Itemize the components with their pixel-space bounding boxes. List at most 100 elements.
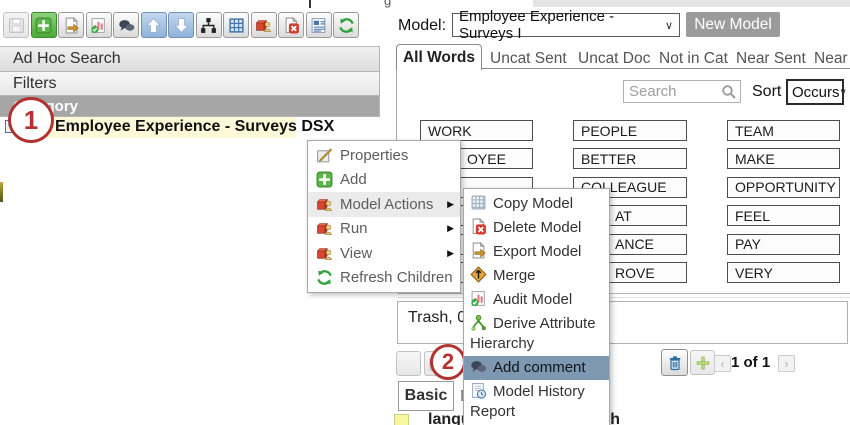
word-item[interactable]: WORK (420, 120, 533, 141)
submenu-item-label: Delete Model (493, 219, 581, 236)
submenu-item-label: Derive Attribute Hierarchy (470, 315, 596, 352)
word-item[interactable]: TEAM (727, 120, 840, 141)
tab-near-doc[interactable]: Near Doc (814, 50, 850, 68)
move-down-button[interactable] (168, 12, 194, 38)
search-input[interactable] (624, 81, 716, 102)
word-item[interactable]: BETTER (573, 148, 687, 169)
move-up-icon (145, 17, 162, 34)
comment-icon (118, 17, 135, 34)
menu-item-label: Add (340, 171, 367, 188)
model-actions-icon (316, 220, 333, 237)
submenu-item-audit-model[interactable]: Audit Model (464, 288, 609, 312)
grid-icon (228, 17, 245, 34)
merge-icon (470, 266, 487, 283)
submenu-item-model-history-report[interactable]: Model History Report (464, 380, 609, 424)
refresh-button[interactable] (333, 12, 359, 38)
save-button[interactable] (396, 351, 421, 376)
export-doc-icon (63, 17, 80, 34)
word-item[interactable]: MAKE (727, 148, 840, 169)
submenu-arrow-icon: ▶ (447, 199, 454, 210)
save-button[interactable] (3, 12, 29, 38)
word-item[interactable]: PEOPLE (573, 120, 687, 141)
word-item[interactable]: OPPORTUNITY (727, 177, 840, 198)
callout-1: 1 (8, 97, 54, 143)
page-indicator: 1 of 1 (731, 354, 770, 371)
menu-item-run[interactable]: Run ▶ (308, 217, 460, 242)
save-icon (8, 17, 25, 34)
tab-basic[interactable]: Basic (398, 381, 454, 411)
submenu-arrow-icon: ▶ (447, 223, 454, 234)
menu-item-model-actions[interactable]: Model Actions ▶ (308, 192, 460, 217)
menu-item-label: Properties (340, 147, 408, 164)
prev-page-button[interactable]: ‹ (714, 355, 731, 372)
top-band-artifact (533, 0, 850, 7)
report-icon (310, 17, 327, 34)
tab-not-in-cat[interactable]: Not in Cat (659, 50, 728, 68)
menu-item-add[interactable]: Add (308, 168, 460, 193)
word-item[interactable]: FEEL (727, 205, 840, 226)
history-icon (470, 382, 487, 399)
add-button[interactable] (31, 12, 57, 38)
tab-near-sent[interactable]: Near Sent (736, 50, 806, 68)
export-doc-button[interactable] (58, 12, 84, 38)
model-select-value: Employee Experience - Surveys I (459, 8, 665, 42)
add-icon (35, 17, 52, 34)
menu-item-properties[interactable]: Properties (308, 143, 460, 168)
menu-item-label: Model Actions (340, 196, 433, 213)
hierarchy-icon (200, 17, 217, 34)
top-tick-artifact (309, 0, 311, 8)
sidebar-section-filters[interactable]: Filters (0, 72, 380, 96)
sort-label: Sort (752, 83, 781, 101)
tab-uncat-sent[interactable]: Uncat Sent (490, 50, 567, 68)
sidebar-section-category[interactable]: Category (0, 96, 380, 117)
add-page-button[interactable] (690, 350, 715, 375)
refresh-icon (316, 269, 333, 286)
sidebar-section-adhoc-search[interactable]: Ad Hoc Search (0, 46, 380, 72)
delete-doc-button[interactable] (278, 12, 304, 38)
left-edge-artifact (0, 182, 3, 202)
export-doc-icon (470, 242, 487, 259)
word-item[interactable]: PAY (727, 234, 840, 255)
word-item[interactable]: VERY (727, 262, 840, 283)
tree-item-label: Employee Experience - Surveys DSX (55, 118, 334, 136)
sort-select[interactable]: Occurs ∨ (786, 79, 844, 105)
model-actions-submenu: Copy Model Delete Model Export Model Merge A… (463, 188, 610, 425)
submenu-item-merge[interactable]: Merge (464, 264, 609, 288)
submenu-item-copy-model[interactable]: Copy Model (464, 192, 609, 216)
model-actions-button[interactable] (251, 12, 277, 38)
trash-button[interactable] (661, 349, 688, 376)
menu-item-label: Refresh Children (340, 269, 453, 286)
submenu-item-add-comment[interactable]: Add comment (464, 356, 609, 380)
application-window: g Model: Employee Experience - Surveys I… (0, 0, 850, 425)
derive-icon (470, 314, 487, 331)
menu-item-label: View (340, 245, 372, 262)
hierarchy-button[interactable] (196, 12, 222, 38)
search-icon[interactable] (721, 84, 737, 100)
audit-button[interactable] (86, 12, 112, 38)
menu-item-view[interactable]: View▶ (308, 241, 460, 266)
next-page-button[interactable]: › (778, 355, 795, 372)
grid-button[interactable] (223, 12, 249, 38)
model-select[interactable]: Employee Experience - Surveys I ∨ (452, 13, 680, 37)
search-box (623, 80, 741, 103)
tab-uncat-doc[interactable]: Uncat Doc (578, 50, 650, 68)
submenu-item-export-model[interactable]: Export Model (464, 240, 609, 264)
chevron-down-icon: ∨ (840, 87, 847, 98)
report-button[interactable] (306, 12, 332, 38)
chevron-down-icon: ∨ (665, 19, 673, 32)
tab-all-words[interactable]: All Words (396, 44, 482, 70)
move-down-icon (173, 17, 190, 34)
tree-item-model[interactable]: + Employee Experience - Surveys DSX (0, 117, 380, 139)
add-icon (316, 171, 333, 188)
comment-button[interactable] (113, 12, 139, 38)
move-up-button[interactable] (141, 12, 167, 38)
delete-doc-icon (283, 17, 300, 34)
audit-icon (90, 17, 107, 34)
menu-item-label: Run (340, 220, 368, 237)
submenu-item-label: Model History Report (470, 383, 585, 420)
submenu-item-derive-attribute-hierarchy[interactable]: Derive Attribute Hierarchy (464, 312, 609, 356)
submenu-item-label: Merge (493, 267, 536, 284)
submenu-item-delete-model[interactable]: Delete Model (464, 216, 609, 240)
new-model-button[interactable]: New Model (686, 12, 780, 37)
menu-item-refresh-children[interactable]: Refresh Children (308, 266, 460, 291)
